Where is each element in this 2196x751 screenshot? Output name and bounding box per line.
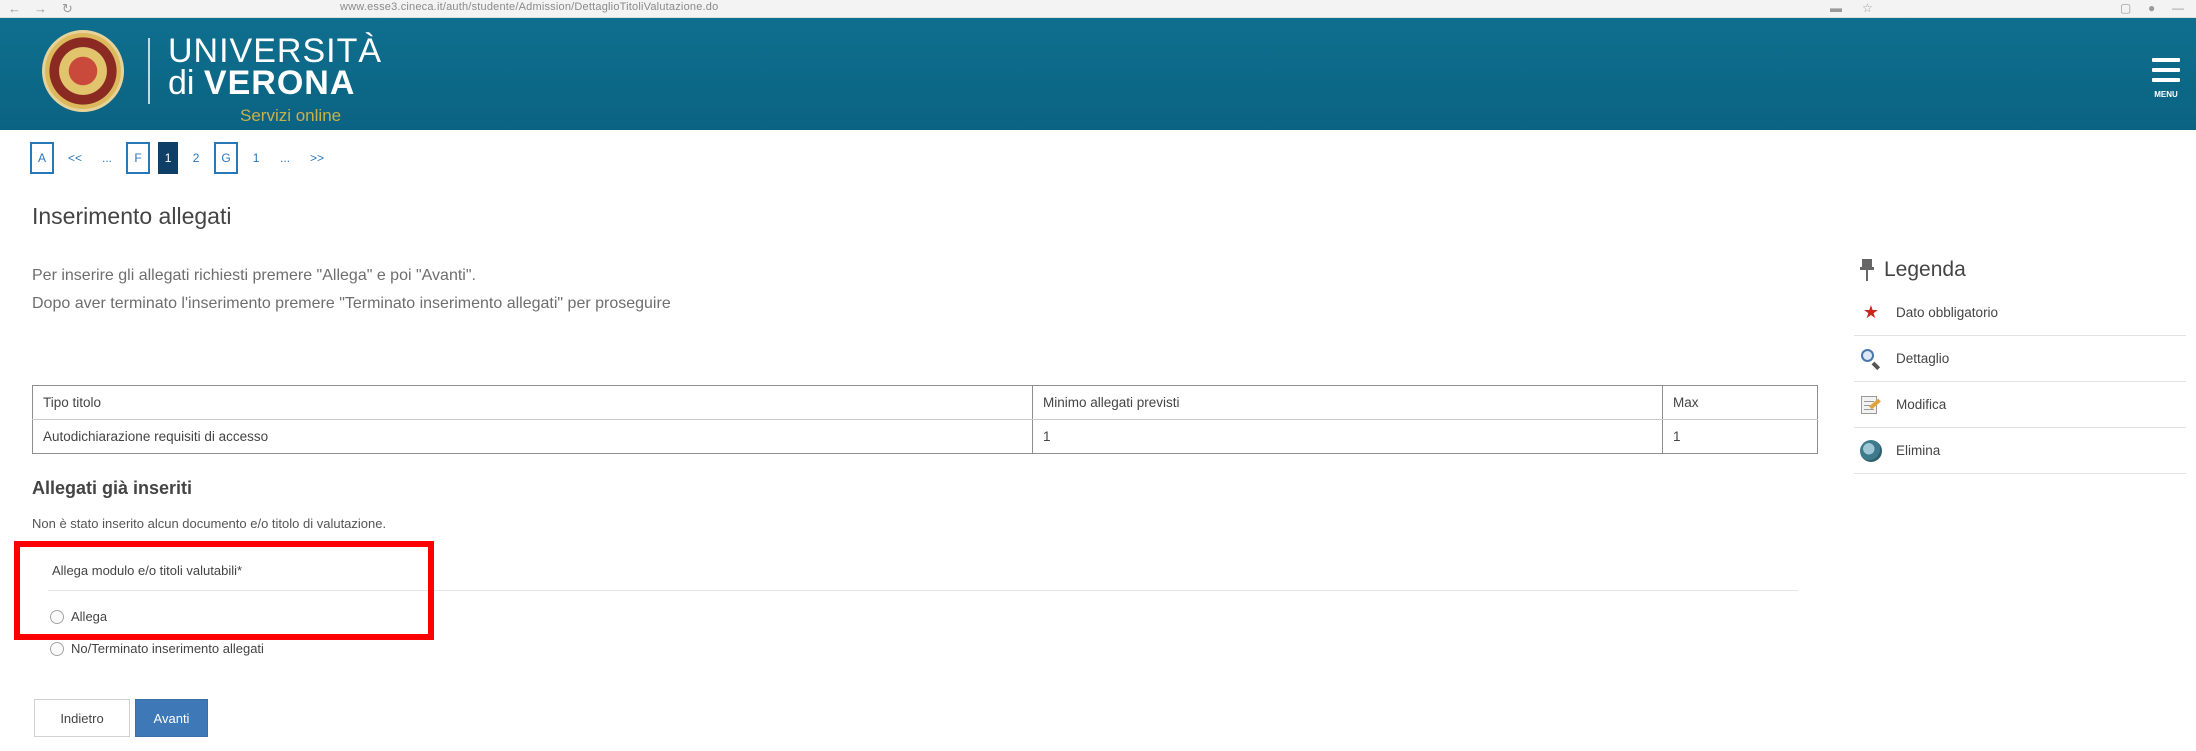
- table-cell: 1: [1032, 419, 1663, 454]
- page-title: Inserimento allegati: [32, 203, 232, 229]
- radio-button[interactable]: [50, 641, 64, 656]
- logo-divider: [148, 38, 150, 104]
- hamburger-icon-bar: [2152, 78, 2180, 82]
- legend-label: Dettaglio: [1896, 351, 1950, 366]
- radio-label: No/Terminato inserimento allegati: [71, 641, 264, 656]
- legend-label: Modifica: [1896, 397, 1947, 412]
- next-button[interactable]: Avanti: [135, 699, 208, 737]
- brand-prefix: di: [168, 64, 195, 102]
- legend-item-required: ★ Dato obbligatorio: [1854, 290, 2186, 336]
- table-header-cell: Max: [1662, 385, 1818, 420]
- delete-icon: [1860, 439, 1882, 462]
- hamburger-icon: [2152, 58, 2180, 62]
- window-icon[interactable]: ▢: [2120, 1, 2131, 15]
- forward-arrow-icon[interactable]: →: [34, 1, 47, 16]
- requirements-table: Tipo titolo Minimo allegati previsti Max…: [32, 385, 1818, 454]
- pager-item[interactable]: ...: [96, 142, 118, 174]
- no-documents-message: Non è stato inserito alcun documento e/o…: [32, 516, 387, 531]
- edit-icon: [1860, 394, 1882, 416]
- pin-icon: [1860, 259, 1874, 281]
- university-seal-logo[interactable]: [42, 30, 124, 112]
- back-arrow-icon[interactable]: ←: [8, 1, 21, 16]
- legend-item-edit: Modifica: [1854, 382, 2186, 428]
- pager-item[interactable]: ...: [274, 142, 296, 174]
- brand-name: VERONA: [203, 64, 356, 102]
- profile-icon[interactable]: ●: [2148, 1, 2155, 15]
- brand-tagline: Servizi online: [240, 106, 342, 125]
- pager-item[interactable]: <<: [62, 142, 88, 174]
- intro-line-2: Dopo aver terminato l'inserimento premer…: [32, 295, 671, 312]
- pager-item[interactable]: 2: [186, 142, 206, 174]
- extension-icon[interactable]: ▬: [1830, 1, 1842, 15]
- site-header: UNIVERSITÀ di VERONA Servizi online MENU: [0, 18, 2196, 130]
- magnifier-icon: [1860, 348, 1882, 370]
- pager-item[interactable]: >>: [304, 142, 330, 174]
- menu-button[interactable]: MENU: [2146, 56, 2186, 106]
- table-cell: Autodichiarazione requisiti di accesso: [32, 419, 1033, 454]
- table-header-row: Tipo titolo Minimo allegati previsti Max: [32, 385, 1818, 420]
- intro-line-1: Per inserire gli allegati richiesti prem…: [32, 267, 476, 284]
- legend-title: Legenda: [1860, 258, 1966, 282]
- legend-title-text: Legenda: [1884, 258, 1966, 281]
- reload-icon[interactable]: ↻: [62, 1, 73, 17]
- hamburger-icon-bar: [2152, 68, 2180, 72]
- pager-item-current[interactable]: 1: [158, 142, 179, 174]
- bookmark-icon[interactable]: ☆: [1862, 1, 1873, 15]
- annotation-highlight-box: [14, 541, 434, 640]
- browser-toolbar: ← → ↻ www.esse3.cineca.it/auth/studente/…: [0, 0, 2196, 18]
- pager-item[interactable]: G: [214, 142, 239, 174]
- pager-item[interactable]: F: [126, 142, 151, 174]
- step-pager: A <<... F 1 2 G 1... >>: [30, 142, 330, 174]
- menu-label: MENU: [2154, 90, 2178, 99]
- table-header-cell: Tipo titolo: [32, 385, 1033, 420]
- attached-section-title: Allegati già inseriti: [32, 478, 193, 498]
- pager-item[interactable]: 1: [246, 142, 266, 174]
- address-bar[interactable]: www.esse3.cineca.it/auth/studente/Admiss…: [340, 1, 718, 13]
- required-star-icon: ★: [1862, 302, 1880, 322]
- legend-item-detail: Dettaglio: [1854, 336, 2186, 382]
- legend-list: ★ Dato obbligatorio Dettaglio Modifica E…: [1854, 290, 2186, 474]
- table-header-cell: Minimo allegati previsti: [1032, 385, 1663, 420]
- pager-item[interactable]: A: [30, 142, 54, 174]
- legend-item-delete: Elimina: [1854, 428, 2186, 474]
- legend-label: Elimina: [1896, 443, 1941, 458]
- legend-label: Dato obbligatorio: [1896, 305, 1999, 320]
- back-button[interactable]: Indietro: [34, 699, 130, 737]
- minimize-icon[interactable]: —: [2172, 1, 2184, 15]
- radio-option-terminato[interactable]: No/Terminato inserimento allegati: [50, 641, 264, 656]
- brand-line-verona: di VERONA: [168, 64, 355, 103]
- table-row: Autodichiarazione requisiti di accesso 1…: [32, 419, 1818, 454]
- table-cell: 1: [1662, 419, 1818, 454]
